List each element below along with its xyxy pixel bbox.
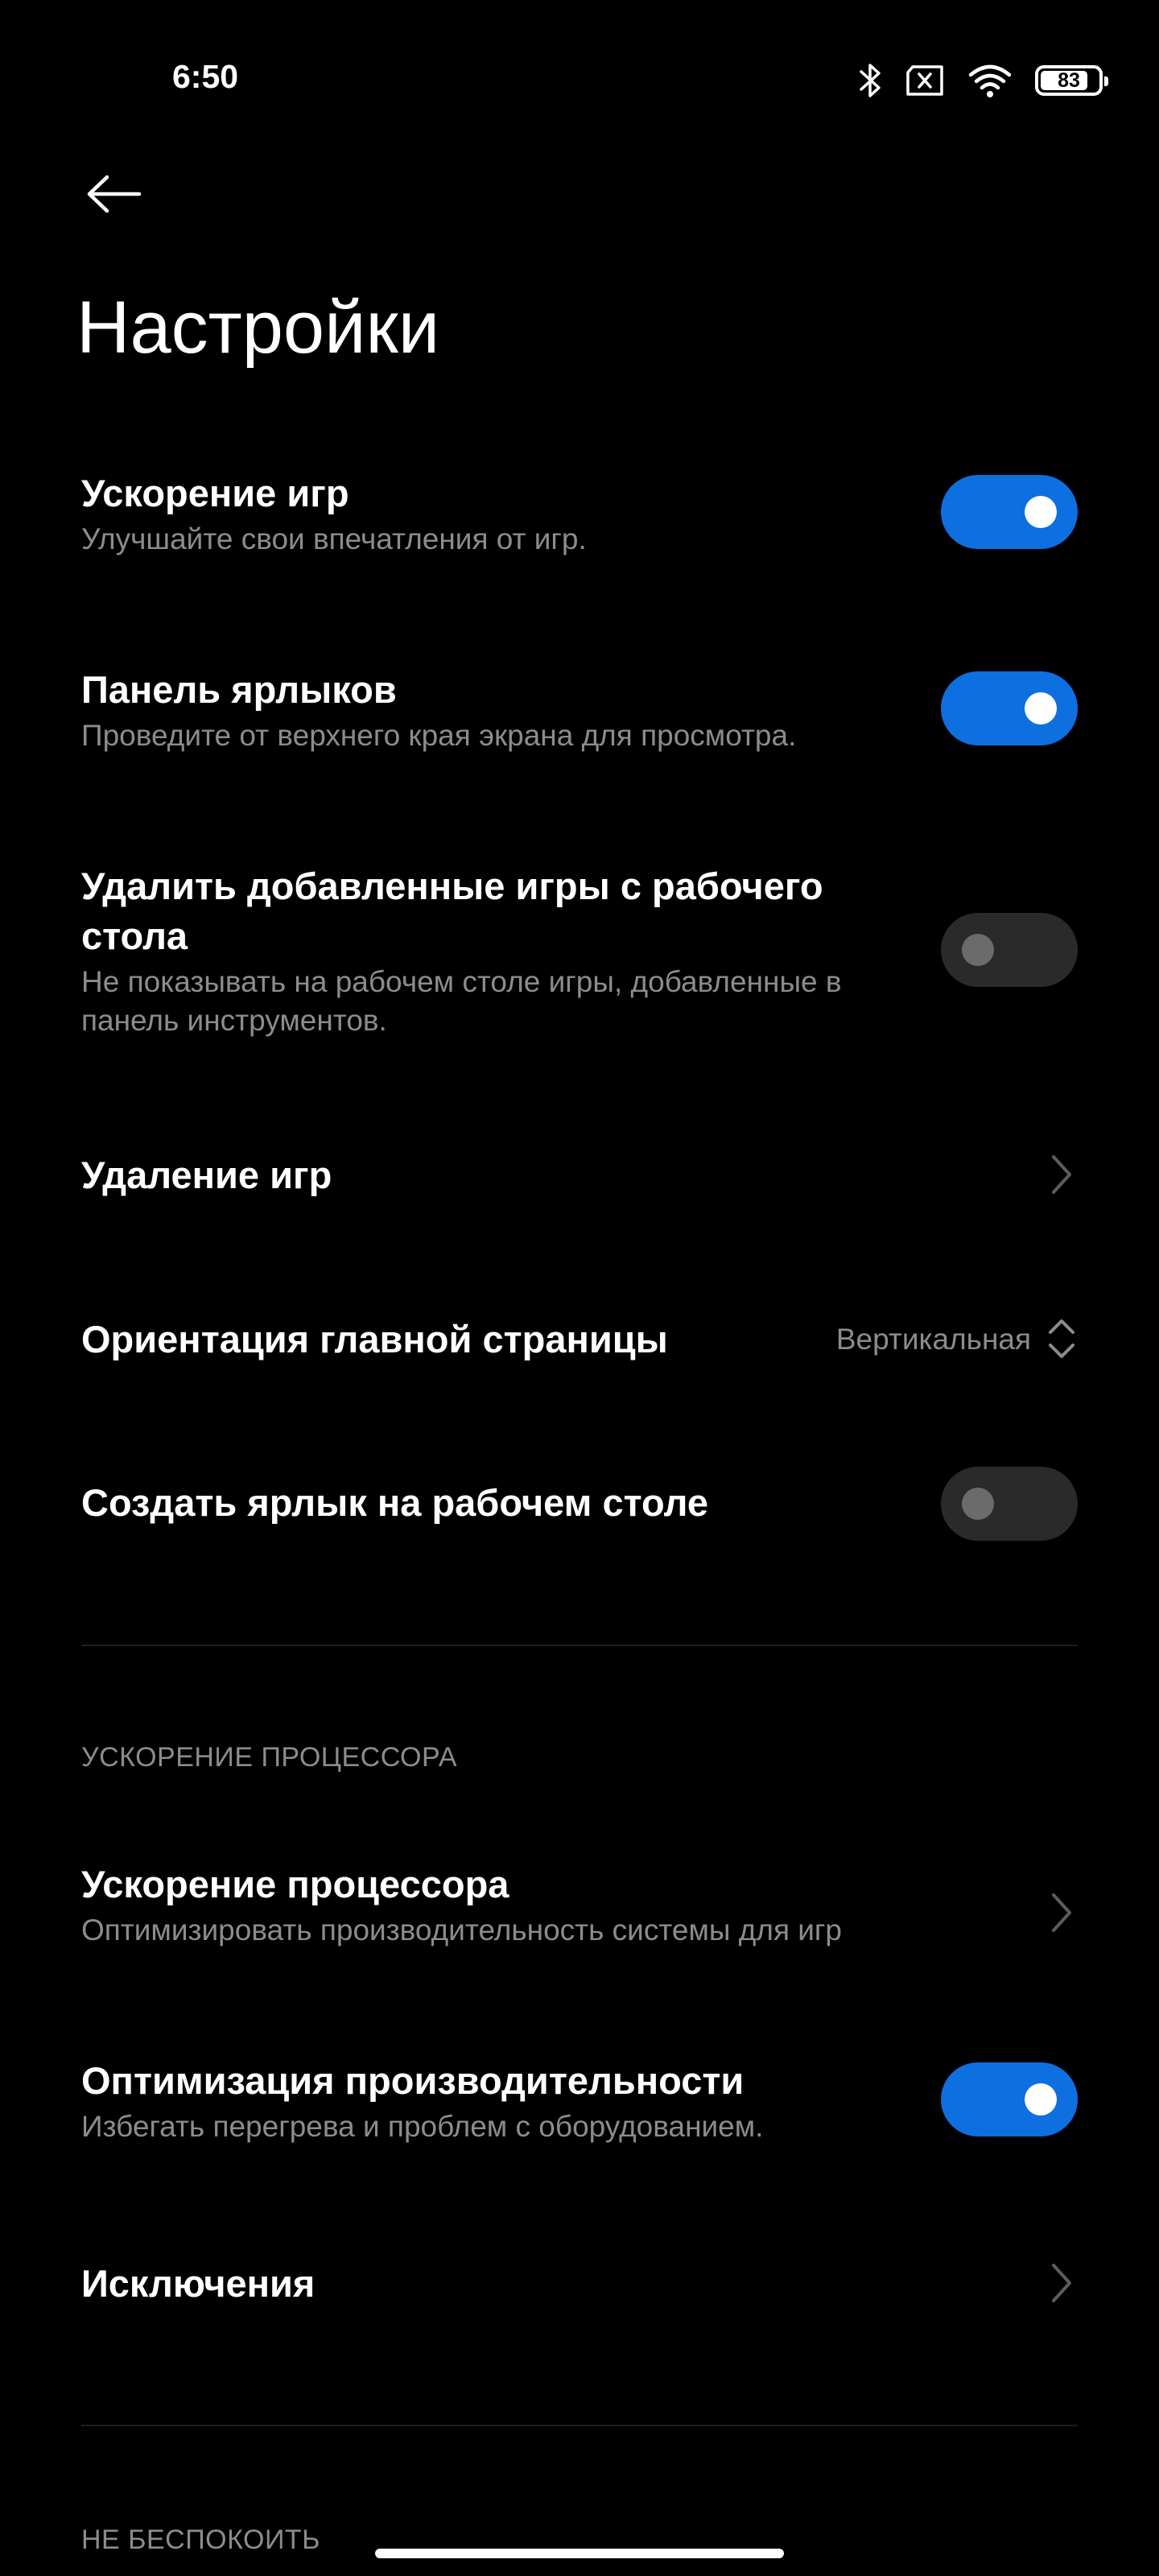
no-sim-icon — [905, 64, 945, 97]
setting-title: Оптимизация производительности — [81, 2059, 744, 2102]
battery-level: 83 — [1058, 68, 1080, 92]
setting-game-boost[interactable]: Ускорение игр Улучшайте свои впечатления… — [81, 469, 1078, 573]
home-indicator[interactable] — [375, 2549, 784, 2558]
setting-title: Удаление игр — [81, 1154, 332, 1196]
toggle-knob — [962, 934, 994, 966]
chevron-right-icon — [1046, 1889, 1078, 1937]
setting-uninstall-games[interactable]: Удаление игр — [81, 1150, 1078, 1200]
arrow-left-icon — [87, 175, 142, 213]
setting-subtitle: Не показывать на рабочем столе игры, доб… — [81, 965, 842, 1037]
setting-create-shortcut[interactable]: Создать ярлык на рабочем столе — [81, 1467, 1078, 1541]
shortcut-panel-toggle[interactable] — [941, 671, 1078, 745]
battery-icon: 83 — [1035, 65, 1108, 96]
status-icons: 83 — [858, 56, 1108, 105]
setting-subtitle: Проведите от верхнего края экрана для пр… — [81, 719, 797, 752]
remove-added-games-toggle[interactable] — [941, 913, 1078, 987]
section-header-cpu: УСКОРЕНИЕ ПРОЦЕССОРА — [81, 1742, 458, 1773]
setting-home-orientation[interactable]: Ориентация главной страницы Вертикальная — [81, 1315, 1078, 1364]
chevron-up-down-icon — [1046, 1315, 1078, 1363]
setting-subtitle: Оптимизировать производительность систем… — [81, 1913, 842, 1946]
toggle-knob — [1025, 2083, 1057, 2116]
setting-title: Создать ярлык на рабочем столе — [81, 1481, 708, 1524]
wifi-icon — [967, 62, 1013, 99]
setting-title: Ускорение процессора — [81, 1863, 509, 1905]
bluetooth-icon — [858, 62, 882, 99]
divider — [81, 2425, 1078, 2426]
setting-title: Удалить добавленные игры с рабочего стол… — [81, 865, 823, 957]
create-shortcut-toggle[interactable] — [941, 1467, 1078, 1541]
setting-subtitle: Избегать перегрева и проблем с оборудова… — [81, 2110, 764, 2143]
orientation-value[interactable]: Вертикальная — [836, 1323, 1031, 1356]
chevron-right-icon — [1046, 1150, 1078, 1199]
setting-title: Ускорение игр — [81, 472, 349, 514]
setting-subtitle: Улучшайте свои впечатления от игр. — [81, 522, 587, 555]
status-time: 6:50 — [172, 58, 239, 95]
performance-optimization-toggle[interactable] — [941, 2062, 1078, 2136]
toggle-knob — [962, 1488, 994, 1520]
section-header-dnd: НЕ БЕСПОКОИТЬ — [81, 2524, 320, 2555]
setting-exceptions[interactable]: Исключения — [81, 2259, 1078, 2309]
setting-title: Исключения — [81, 2262, 316, 2305]
divider — [81, 1645, 1078, 1646]
chevron-right-icon — [1046, 2259, 1078, 2307]
setting-performance-optimization[interactable]: Оптимизация производительности Избегать … — [81, 2056, 1078, 2161]
game-boost-toggle[interactable] — [941, 475, 1078, 549]
setting-remove-added-games[interactable]: Удалить добавленные игры с рабочего стол… — [81, 861, 1078, 1055]
status-bar: 6:50 83 — [0, 0, 1159, 161]
setting-cpu-boost[interactable]: Ускорение процессора Оптимизировать прои… — [81, 1860, 1078, 1964]
back-button[interactable] — [77, 158, 150, 230]
toggle-knob — [1025, 692, 1057, 724]
setting-title: Панель ярлыков — [81, 668, 397, 711]
page-title: Настройки — [76, 287, 440, 369]
setting-shortcut-panel[interactable]: Панель ярлыков Проведите от верхнего кра… — [81, 665, 1078, 770]
toggle-knob — [1025, 496, 1057, 528]
